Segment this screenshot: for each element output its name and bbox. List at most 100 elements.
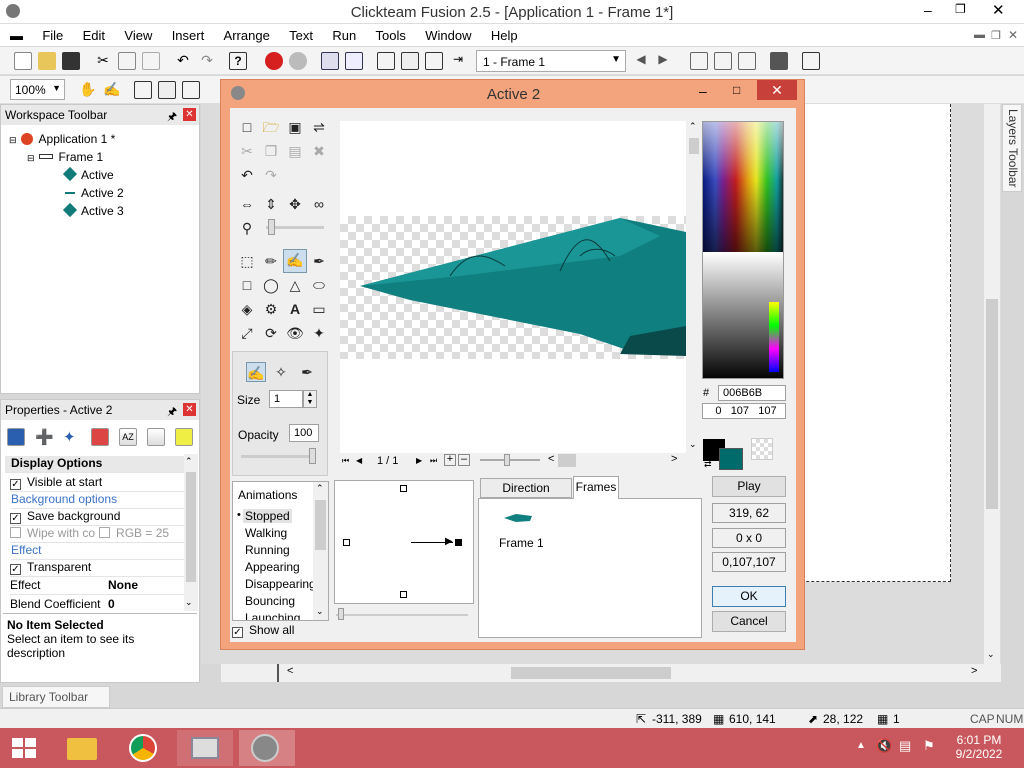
flip-vertical-icon[interactable]: ⇕ <box>261 194 281 214</box>
prop-effect[interactable]: Effect None <box>10 578 185 595</box>
animation-speed-slider[interactable] <box>336 614 468 616</box>
size-tab-icon[interactable]: ✦ <box>63 428 81 446</box>
grid-icon[interactable] <box>158 81 176 99</box>
fill-icon[interactable]: ◈ <box>237 299 257 319</box>
palette-accent-strip[interactable] <box>769 302 779 372</box>
save-image-icon[interactable]: ▣ <box>285 117 305 137</box>
stop-icon[interactable] <box>770 52 788 70</box>
level-editor-icon[interactable] <box>377 52 395 70</box>
background-color-swatch[interactable] <box>719 448 743 470</box>
close-icon[interactable]: ✕ <box>992 1 1016 19</box>
menu-help[interactable]: Help <box>483 24 526 43</box>
values-tab-icon[interactable] <box>91 428 109 446</box>
speed-slider[interactable] <box>480 459 540 461</box>
direction-handle-down[interactable] <box>400 591 407 598</box>
checkbox-icon[interactable] <box>10 527 21 538</box>
ellipse-icon[interactable]: ◯ <box>261 275 281 295</box>
image-canvas[interactable] <box>340 121 686 453</box>
close-icon[interactable]: ✕ <box>757 80 797 100</box>
canvas-hscroll-thumb[interactable] <box>558 454 576 467</box>
undo-icon[interactable]: ↶ <box>174 52 192 70</box>
checkbox-checked-icon[interactable]: ✓ <box>10 513 21 524</box>
about-tab-icon[interactable] <box>175 428 193 446</box>
collapse-icon[interactable]: ⊟ <box>27 153 35 163</box>
prev-frame-icon[interactable]: ◀ <box>356 456 362 465</box>
animation-item[interactable]: Launching <box>245 611 300 620</box>
frames-panel[interactable]: Frame 1 <box>478 498 702 638</box>
zoom-slider-thumb[interactable] <box>268 219 275 235</box>
animation-item[interactable]: Walking <box>245 526 287 540</box>
remove-frame-icon[interactable]: – <box>458 454 470 466</box>
scroll-down-icon[interactable]: ⌄ <box>689 439 697 450</box>
polygon-icon[interactable]: △ <box>285 275 305 295</box>
scroll-down-icon[interactable]: ⌄ <box>316 606 324 617</box>
direction-selector[interactable]: ▶ <box>334 480 474 604</box>
show-all-checkbox[interactable]: ✓ Show all <box>232 623 294 638</box>
scroll-up-icon[interactable]: ⌃ <box>316 483 324 494</box>
animation-item[interactable]: Disappearing <box>245 577 316 591</box>
spray-icon[interactable]: ⚙ <box>261 299 281 319</box>
run-app-icon[interactable] <box>690 52 708 70</box>
next-frame-icon[interactable]: ▶ <box>416 456 422 465</box>
taskbar-chrome[interactable] <box>117 730 173 766</box>
frame-editor-icon[interactable] <box>345 52 363 70</box>
menu-window[interactable]: Window <box>417 24 479 43</box>
help-icon[interactable]: ? <box>229 52 247 70</box>
maximize-icon[interactable]: □ <box>733 83 740 97</box>
prop-blend-coefficient[interactable]: Blend Coefficient 0 <box>10 597 185 611</box>
tree-node-active-2[interactable]: Active 2 <box>65 186 124 200</box>
redo-icon[interactable]: ↷ <box>198 52 216 70</box>
menu-file[interactable]: File <box>34 24 71 43</box>
open-image-icon[interactable]: 🗁 <box>261 117 281 137</box>
scroll-right-icon[interactable]: > <box>971 665 977 677</box>
checkbox-checked-icon[interactable]: ✓ <box>10 564 21 575</box>
checkbox-checked-icon[interactable]: ✓ <box>10 479 21 490</box>
forward-icon[interactable] <box>289 52 307 70</box>
menu-edit[interactable]: Edit <box>75 24 113 43</box>
minimize-icon[interactable]: – <box>924 2 948 18</box>
next-frame-icon[interactable]: ▶ <box>654 52 672 70</box>
snap-icon[interactable] <box>134 81 152 99</box>
paste-icon[interactable]: ▤ <box>285 141 305 161</box>
build-icon[interactable] <box>738 52 756 70</box>
menu-insert[interactable]: Insert <box>164 24 213 43</box>
scroll-down-icon[interactable]: ⌄ <box>185 597 193 608</box>
event-editor-icon[interactable] <box>401 52 419 70</box>
copy-icon[interactable]: ❐ <box>261 141 281 161</box>
scroll-up-icon[interactable]: ⌃ <box>689 121 697 132</box>
canvas-vscroll-thumb[interactable] <box>689 138 699 154</box>
transparent-color-swatch[interactable] <box>751 438 773 460</box>
rectangle-icon[interactable]: □ <box>237 275 257 295</box>
property-scrollbar[interactable]: ⌃ ⌄ <box>184 454 198 611</box>
brush-shape-1-icon[interactable]: ✍ <box>246 362 266 382</box>
menu-text[interactable]: Text <box>281 24 321 43</box>
brush-icon[interactable]: ✍ <box>103 81 121 99</box>
cut-icon[interactable]: ✂ <box>237 141 257 161</box>
data-elements-icon[interactable]: ⇥ <box>449 52 467 70</box>
tray-arrow-icon[interactable]: ▲ <box>856 740 866 751</box>
events-tab-icon[interactable]: AZ <box>119 428 137 446</box>
size-input[interactable]: 1 <box>269 390 303 408</box>
tree-node-frame[interactable]: ⊟ Frame 1 <box>27 150 103 164</box>
paste-icon[interactable] <box>142 52 160 70</box>
open-icon[interactable] <box>38 52 56 70</box>
link-icon[interactable]: ⇌ <box>309 117 329 137</box>
editor-vscroll-thumb[interactable] <box>986 299 998 509</box>
frame-canvas[interactable] <box>791 104 951 582</box>
back-icon[interactable] <box>265 52 283 70</box>
brush-shape-2-icon[interactable]: ✧ <box>271 362 291 382</box>
eraser-icon[interactable]: ▭ <box>309 299 329 319</box>
eye-icon[interactable]: 👁 <box>285 323 305 343</box>
shape-icon[interactable]: ⬭ <box>309 275 329 295</box>
film-icon[interactable] <box>802 52 820 70</box>
prop-wipe-with-color[interactable]: Wipe with co RGB = 25 <box>10 526 185 543</box>
display-tab-icon[interactable]: ➕ <box>35 428 54 446</box>
pin-icon[interactable]: 🖈 <box>167 403 177 422</box>
frame-select[interactable]: 1 - Frame 1 ▼ <box>476 50 626 72</box>
checkbox-checked-icon[interactable]: ✓ <box>232 627 243 638</box>
hotspot-icon[interactable]: ✦ <box>309 323 329 343</box>
storyboard-icon[interactable] <box>321 52 339 70</box>
settings-tab-icon[interactable] <box>7 428 25 446</box>
freehand-icon[interactable]: ✍ <box>283 249 307 273</box>
tab-direction-options[interactable]: Direction Options <box>480 478 572 513</box>
